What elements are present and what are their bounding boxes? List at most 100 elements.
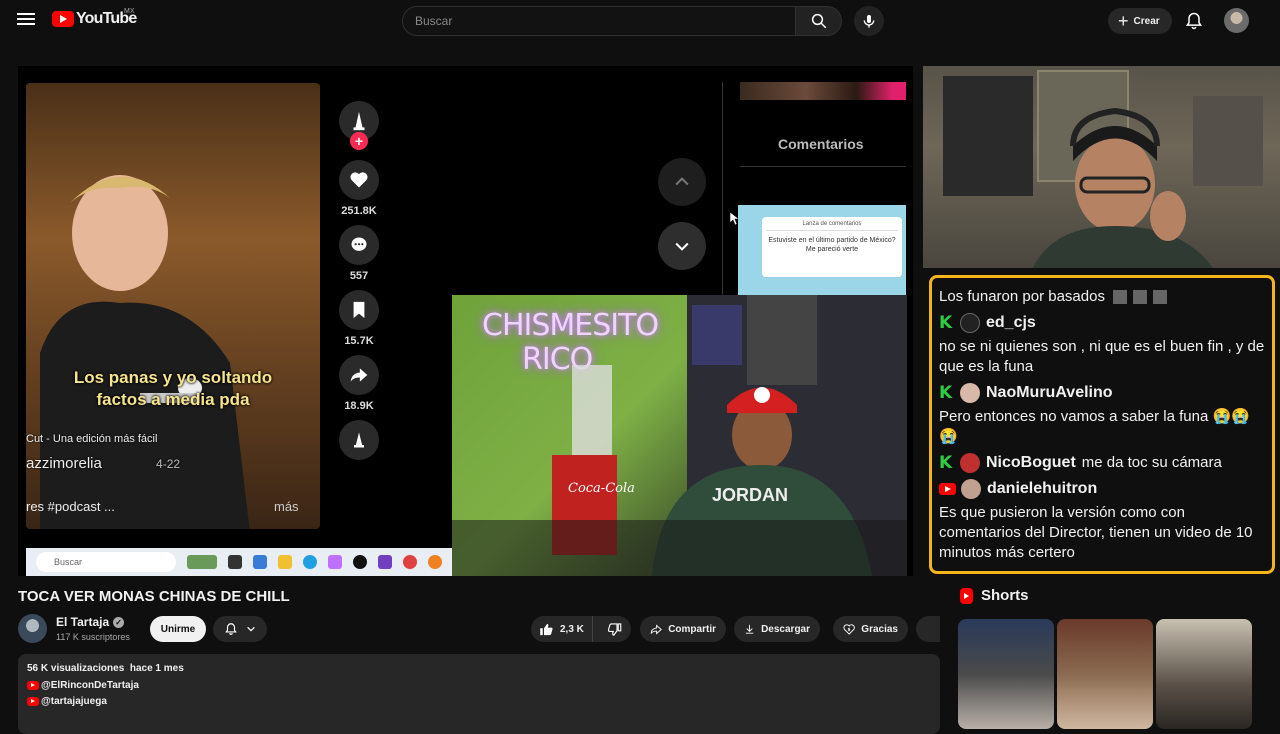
upload-date: hace 1 mes	[129, 663, 184, 674]
chat-message: K ed_cjs no se ni quienes son , ni que e…	[939, 313, 1265, 377]
download-button[interactable]: Descargar	[734, 616, 820, 642]
subscriber-count: 117 K suscriptores	[56, 632, 130, 642]
account-avatar[interactable]	[1224, 8, 1249, 33]
comment-popup: Lanza de comentarios Estuviste en el últ…	[738, 205, 906, 305]
like-button[interactable]: 2,3 K	[531, 616, 593, 642]
comments-divider	[740, 166, 906, 167]
previous-video-button[interactable]	[658, 158, 706, 206]
description-box[interactable]: 56 K visualizaciones hace 1 mes @ElRinco…	[18, 654, 940, 734]
studio-scene	[452, 295, 907, 576]
youtube-logo[interactable]: YouTube MX	[52, 8, 137, 28]
description-stats: 56 K visualizaciones hace 1 mes	[27, 663, 931, 674]
chat-text: me da toc su cámara	[1081, 454, 1222, 471]
taskbar-copilot-icon	[253, 555, 267, 569]
search-input[interactable]	[402, 6, 796, 36]
channel-link[interactable]: @tartajajuega	[27, 696, 931, 707]
youtube-play-icon	[52, 11, 74, 27]
top-bar: YouTube MX + Crear	[0, 0, 1280, 42]
search-button[interactable]	[796, 6, 842, 36]
like-count: 2,3 K	[560, 623, 584, 635]
view-count: 56 K visualizaciones	[27, 663, 125, 674]
tiktok-save: 15.7K	[328, 290, 390, 349]
cooler-logo: Coca-Cola	[568, 481, 635, 496]
create-button[interactable]: + Crear	[1108, 8, 1172, 34]
plus-icon: +	[1118, 11, 1129, 31]
chat-username: NaoMuruAvelino	[986, 384, 1113, 401]
chat-text: no se ni quienes son , ni que es el buen…	[939, 338, 1265, 375]
chat-text: Es que pusieron la versión como con come…	[939, 504, 1253, 561]
subscription-bell-button[interactable]	[213, 616, 267, 642]
popup-title: Lanza de comentarios	[766, 221, 898, 231]
tiktok-sound	[328, 420, 390, 460]
user-avatar	[960, 383, 980, 403]
short-thumbnail[interactable]	[1057, 619, 1153, 729]
emote-icon	[1153, 290, 1168, 305]
panel-divider	[722, 82, 723, 312]
kick-icon: K	[939, 383, 953, 403]
menu-icon[interactable]	[14, 10, 38, 32]
emote-icon	[1113, 290, 1128, 305]
capcut-label: Cut - Una edición más fácil	[26, 433, 158, 445]
chat-message: danielehuitron Es que pusieron la versió…	[939, 479, 1265, 563]
taskbar-search: Buscar	[36, 552, 176, 572]
tiktok-username-text: azzimorelia	[26, 455, 102, 472]
tiktok-video-frame: Los panas y yo soltando factos a media p…	[26, 83, 320, 529]
bookmark-icon	[339, 290, 379, 330]
tiktok-share: 18.9K	[328, 355, 390, 414]
taskbar-taskview-icon	[228, 555, 242, 569]
kick-icon: K	[939, 453, 953, 473]
kick-icon: K	[939, 313, 953, 333]
taskbar-app-icon	[328, 555, 342, 569]
channel-name-text: El Tartaja	[56, 615, 110, 629]
voice-search-button[interactable]	[854, 6, 884, 36]
dislike-button[interactable]	[599, 622, 622, 637]
short-thumbnail[interactable]	[1156, 619, 1252, 729]
more-actions-button[interactable]	[916, 616, 940, 642]
shares-count: 18.9K	[344, 400, 374, 412]
chat-message: K NicoBoguet me da toc su cámara	[939, 453, 1265, 473]
taskbar-tiktok-icon	[353, 555, 367, 569]
tiktok-username: azzimorelia 4-22	[26, 455, 180, 472]
share-arrow-icon	[339, 355, 379, 395]
streamer-cam-overlay: CHISMESITO RICO JORDAN Coca-Cola	[452, 295, 907, 576]
taskbar-widget-icon	[187, 555, 217, 569]
caption-line-1: Los panas y yo soltando	[73, 368, 273, 387]
download-label: Descargar	[761, 623, 810, 635]
taskbar-headset-icon	[378, 555, 392, 569]
next-video-button[interactable]	[658, 222, 706, 270]
user-avatar	[961, 479, 981, 499]
microphone-icon	[863, 15, 875, 28]
short-thumbnail[interactable]	[958, 619, 1054, 729]
search-icon	[811, 13, 826, 29]
chevron-down-icon	[675, 242, 689, 251]
youtube-icon	[27, 697, 39, 706]
notifications-bell-icon[interactable]	[1184, 11, 1204, 31]
search-bar	[402, 6, 842, 36]
logo-region: MX	[124, 8, 135, 15]
share-label: Compartir	[668, 623, 716, 635]
youtube-icon	[939, 483, 956, 495]
channel-avatar[interactable]	[18, 614, 47, 643]
channel-link-text: @tartajajuega	[41, 696, 107, 707]
share-icon	[650, 623, 662, 635]
taskbar-folder-icon	[278, 555, 292, 569]
chat-username: NicoBoguet	[986, 454, 1076, 471]
channel-name[interactable]: El Tartaja ✓	[56, 615, 125, 629]
chevron-up-icon	[675, 177, 689, 186]
shorts-icon	[960, 587, 973, 604]
video-player[interactable]: Los panas y yo soltando factos a media p…	[18, 66, 913, 576]
popup-message: Estuviste en el último partido de México…	[768, 237, 896, 253]
sound-disc-icon	[339, 420, 379, 460]
channel-link[interactable]: @ElRinconDeTartaja	[27, 680, 931, 691]
shorts-heading: Shorts	[960, 587, 1029, 604]
popup-card: Lanza de comentarios Estuviste en el últ…	[762, 217, 902, 277]
webcam-overlay	[923, 66, 1280, 268]
join-button[interactable]: Unirme	[150, 616, 206, 642]
thumbs-down-icon	[607, 622, 622, 636]
thanks-button[interactable]: $ Gracias	[833, 616, 908, 642]
share-button[interactable]: Compartir	[640, 616, 726, 642]
caption-line-2: factos a media pda	[96, 390, 250, 409]
live-chat-overlay: Los funaron por basados K ed_cjs no se n…	[929, 275, 1275, 574]
webcam-scene	[943, 70, 1263, 268]
user-avatar	[960, 313, 980, 333]
